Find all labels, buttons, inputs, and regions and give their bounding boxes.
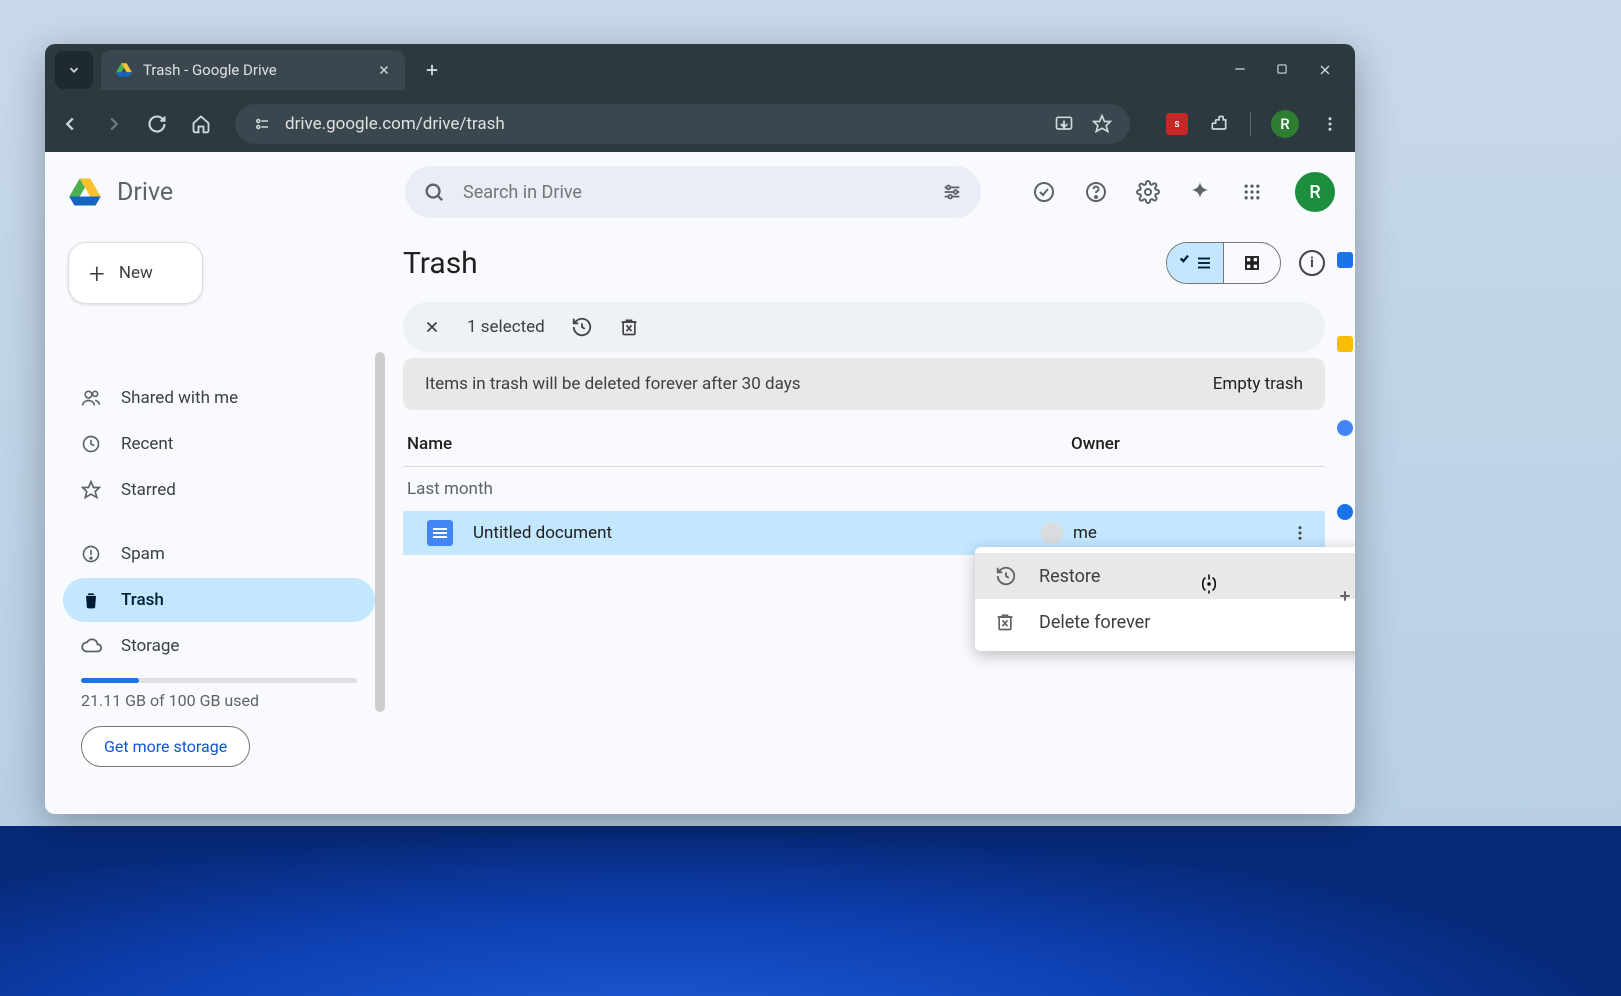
site-info-icon[interactable] [253, 115, 271, 133]
details-icon[interactable]: i [1299, 250, 1325, 276]
extension-seo-icon[interactable]: S [1166, 113, 1188, 135]
window-close-button[interactable] [1317, 62, 1333, 78]
sidebar-item-label: Storage [121, 636, 179, 656]
sidebar-item-label: Starred [121, 480, 176, 500]
ctx-delete-label: Delete forever [1039, 612, 1150, 633]
browser-menu-button[interactable] [1319, 113, 1341, 135]
clock-icon [81, 434, 103, 454]
empty-trash-button[interactable]: Empty trash [1213, 374, 1303, 394]
selection-count: 1 selected [467, 317, 545, 337]
sidebar-item-label: Spam [121, 544, 165, 564]
view-toggle [1166, 242, 1281, 284]
banner-text: Items in trash will be deleted forever a… [425, 374, 801, 394]
restore-action-icon[interactable] [571, 316, 593, 338]
sidebar-item-spam[interactable]: Spam [63, 532, 375, 576]
sidebar: + New x Shared with me Recent Starred [45, 152, 385, 814]
new-button[interactable]: + New [68, 242, 203, 304]
window-maximize-button[interactable] [1275, 62, 1289, 78]
context-menu: Restore Delete forever [975, 547, 1355, 651]
side-panel [1335, 242, 1355, 604]
owner-avatar-icon [1041, 522, 1063, 544]
back-button[interactable] [59, 113, 85, 135]
tab-title: Trash - Google Drive [143, 61, 277, 79]
extensions-icon[interactable] [1208, 113, 1230, 135]
addons-rail-icon[interactable] [1337, 588, 1353, 604]
tab-search-button[interactable] [55, 51, 93, 89]
row-more-button[interactable] [1291, 524, 1309, 542]
get-storage-button[interactable]: Get more storage [81, 726, 250, 767]
plus-icon: + [89, 257, 105, 290]
main-content: Trash i 1 selected Items in trash will [385, 152, 1355, 814]
new-button-label: New [119, 263, 153, 283]
url-input[interactable]: drive.google.com/drive/trash [235, 104, 1130, 144]
drive-favicon-icon [115, 61, 133, 79]
browser-profile-button[interactable]: R [1271, 110, 1299, 138]
sidebar-item-recent[interactable]: Recent [63, 422, 375, 466]
browser-titlebar: Trash - Google Drive [45, 44, 1355, 96]
sidebar-item-label: Recent [121, 434, 173, 454]
calendar-rail-icon[interactable] [1337, 252, 1353, 268]
file-name: Untitled document [473, 523, 1041, 543]
delete-forever-action-icon[interactable] [619, 317, 639, 337]
browser-addressbar: drive.google.com/drive/trash S R [45, 96, 1355, 152]
selection-bar: 1 selected [403, 302, 1325, 352]
list-view-button[interactable] [1167, 243, 1223, 283]
file-owner: me [1041, 522, 1291, 544]
forward-button[interactable] [103, 113, 129, 135]
col-owner[interactable]: Owner [1071, 434, 1321, 454]
ctx-restore-label: Restore [1039, 566, 1100, 587]
group-label: Last month [403, 467, 1325, 511]
grid-view-button[interactable] [1224, 243, 1280, 283]
sidebar-item-computers[interactable]: x [63, 334, 375, 356]
trash-icon [81, 590, 103, 610]
contacts-rail-icon[interactable] [1337, 504, 1353, 520]
url-text: drive.google.com/drive/trash [285, 114, 1040, 134]
page-title: Trash [403, 246, 478, 281]
tab-close-button[interactable] [377, 63, 391, 77]
tasks-rail-icon[interactable] [1337, 420, 1353, 436]
new-tab-button[interactable] [423, 61, 441, 79]
alert-icon [81, 544, 103, 564]
sidebar-item-shared[interactable]: Shared with me [63, 376, 375, 420]
restore-icon [995, 565, 1017, 587]
delete-forever-icon [995, 612, 1017, 632]
bookmark-icon[interactable] [1092, 114, 1112, 134]
people-icon [81, 388, 103, 408]
sidebar-item-label: Shared with me [121, 388, 238, 408]
install-app-icon[interactable] [1054, 114, 1074, 134]
divider [1250, 112, 1251, 136]
storage-text: 21.11 GB of 100 GB used [81, 691, 375, 710]
table-header: Name Owner [403, 422, 1325, 467]
star-icon [81, 480, 103, 500]
home-button[interactable] [191, 114, 217, 134]
sidebar-scrollbar[interactable] [375, 352, 385, 712]
reload-button[interactable] [147, 114, 173, 134]
ctx-restore[interactable]: Restore [975, 553, 1355, 599]
trash-banner: Items in trash will be deleted forever a… [403, 358, 1325, 410]
window-minimize-button[interactable] [1233, 62, 1247, 78]
clear-selection-button[interactable] [423, 318, 441, 336]
sidebar-item-starred[interactable]: Starred [63, 468, 375, 512]
browser-window: Trash - Google Drive drive.google.com/dr… [45, 44, 1355, 814]
cloud-icon [81, 635, 103, 657]
sidebar-item-label: Trash [121, 590, 164, 610]
col-name[interactable]: Name [407, 434, 1071, 454]
ctx-delete-forever[interactable]: Delete forever [975, 599, 1355, 645]
sidebar-item-trash[interactable]: Trash [63, 578, 375, 622]
keep-rail-icon[interactable] [1337, 336, 1353, 352]
drive-app: Drive R + New x [45, 152, 1355, 814]
browser-tab[interactable]: Trash - Google Drive [101, 50, 405, 90]
storage-bar [81, 678, 357, 683]
docs-file-icon [427, 520, 453, 546]
sidebar-item-storage[interactable]: Storage [63, 624, 375, 668]
